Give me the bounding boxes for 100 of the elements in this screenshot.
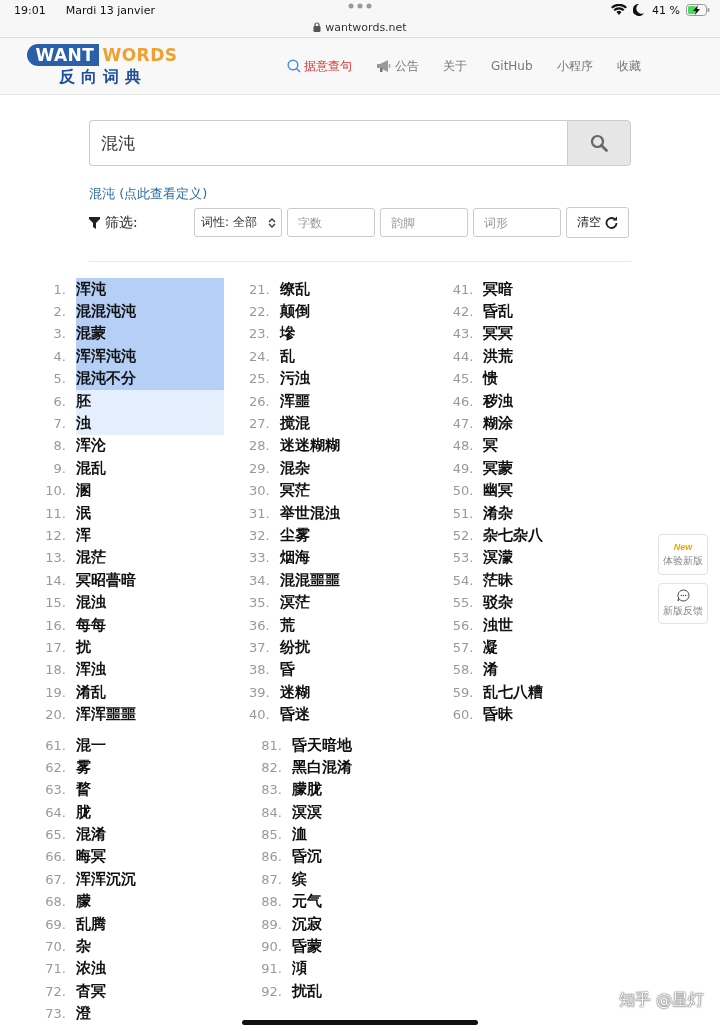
result-word[interactable]: 溟茫 [279, 591, 428, 614]
result-word[interactable]: 杂七杂八 [483, 524, 631, 547]
more-dots-icon[interactable] [348, 3, 372, 9]
result-word[interactable]: 颠倒 [279, 300, 428, 323]
result-word[interactable]: 混一 [76, 733, 236, 757]
result-word[interactable]: 洪荒 [483, 345, 631, 368]
result-word[interactable]: 浑 [76, 524, 224, 547]
result-word[interactable]: 瞀 [76, 778, 236, 801]
try-new-version-button[interactable]: New 体验新版 [658, 534, 708, 575]
nav-link[interactable]: GitHub [479, 57, 545, 75]
result-word[interactable]: 泯 [76, 501, 224, 525]
result-word[interactable]: 扰 [76, 636, 224, 659]
result-word[interactable]: 杳冥 [76, 980, 236, 1003]
filter-field[interactable]: 词形 [473, 208, 561, 237]
result-word[interactable]: 幽冥 [483, 479, 631, 502]
result-word[interactable]: 昏天暗地 [292, 733, 452, 757]
result-word[interactable]: 冥暗 [483, 278, 631, 301]
result-word[interactable]: 冥冥 [483, 322, 631, 346]
result-word[interactable]: 尘雾 [279, 524, 428, 547]
clear-button[interactable]: 清空 [566, 207, 629, 238]
result-word[interactable]: 朦胧 [292, 778, 452, 801]
result-word[interactable]: 浑沌 [76, 278, 224, 301]
result-word[interactable]: 沉寂 [292, 912, 452, 936]
result-word[interactable]: 浑浊 [76, 658, 224, 682]
result-word[interactable]: 浊 [76, 412, 224, 435]
result-word[interactable]: 冥蒙 [483, 457, 631, 480]
result-word[interactable]: 驳杂 [483, 591, 631, 614]
nav-link[interactable]: 据意查句 [275, 57, 364, 75]
result-word[interactable]: 浑浑沉沉 [76, 868, 236, 891]
result-word[interactable]: 黑白混淆 [292, 756, 452, 779]
result-word[interactable]: 溟濛 [483, 546, 631, 570]
result-word[interactable]: 缭乱 [279, 278, 428, 301]
result-word[interactable]: 昏蒙 [292, 935, 452, 958]
result-word[interactable]: 朦 [76, 890, 236, 913]
logo-subtitle[interactable]: 反向词典 [58, 67, 147, 88]
result-word[interactable]: 昏迷 [279, 703, 428, 726]
result-word[interactable]: 纷扰 [279, 636, 428, 659]
result-word[interactable]: 淆 [483, 658, 631, 682]
result-word[interactable]: 举世混浊 [279, 501, 428, 525]
definition-link[interactable]: 混沌 (点此查看定义) [89, 185, 208, 203]
feedback-button[interactable]: 新版反馈 [658, 583, 708, 624]
result-word[interactable]: 荒 [279, 613, 428, 637]
url-text[interactable]: wantwords.net [325, 20, 407, 34]
result-word[interactable]: 混乱 [76, 457, 224, 480]
result-word[interactable]: 昏沉 [292, 845, 452, 869]
result-word[interactable]: 浑浑沌沌 [76, 345, 224, 368]
result-word[interactable]: 污浊 [279, 367, 428, 390]
result-word[interactable]: 墋 [279, 322, 428, 346]
nav-link[interactable]: 关于 [431, 57, 479, 75]
result-word[interactable]: 晦冥 [76, 845, 236, 869]
result-word[interactable]: 缤 [292, 868, 452, 891]
result-word[interactable]: 浑沦 [76, 434, 224, 458]
result-word[interactable]: 冥昭瞢暗 [76, 569, 224, 592]
result-word[interactable]: 烟海 [279, 546, 428, 570]
part-of-speech-dropdown[interactable]: 词性: 全部 [194, 208, 282, 237]
result-word[interactable]: 浑浑噩噩 [76, 703, 224, 726]
search-field[interactable]: 混沌 [89, 120, 567, 166]
result-word[interactable]: 溟溟 [292, 801, 452, 824]
result-word[interactable]: 杂 [76, 935, 236, 958]
result-word[interactable]: 胚 [76, 389, 224, 413]
result-word[interactable]: 混茫 [76, 546, 224, 570]
result-word[interactable]: 混混沌沌 [76, 300, 224, 323]
result-word[interactable]: 愦 [483, 367, 631, 390]
result-word[interactable]: 雾 [76, 756, 236, 779]
nav-link[interactable]: 公告 [364, 57, 431, 75]
result-word[interactable]: 乱 [279, 345, 428, 368]
result-word[interactable]: 混混噩噩 [279, 569, 428, 592]
result-word[interactable]: 混沌不分 [76, 367, 224, 390]
logo-pill[interactable]: WANT [27, 44, 100, 66]
result-word[interactable]: 昏昧 [483, 703, 631, 726]
result-word[interactable]: 冥茫 [279, 479, 428, 502]
result-word[interactable]: 冥 [483, 434, 631, 458]
result-word[interactable]: 澒 [292, 957, 452, 981]
result-word[interactable]: 澄 [76, 1002, 236, 1025]
result-word[interactable]: 浊世 [483, 613, 631, 637]
result-word[interactable]: 溷 [76, 479, 224, 502]
result-word[interactable]: 淆乱 [76, 681, 224, 704]
filter-field[interactable]: 字数 [287, 208, 375, 237]
result-word[interactable]: 搅混 [279, 412, 428, 435]
search-button[interactable] [567, 120, 631, 166]
result-word[interactable]: 浑噩 [279, 389, 428, 413]
result-word[interactable]: 迷迷糊糊 [279, 434, 428, 458]
result-word[interactable]: 乱腾 [76, 912, 236, 936]
result-word[interactable]: 乱七八糟 [483, 681, 631, 704]
result-word[interactable]: 昏 [279, 658, 428, 682]
result-word[interactable]: 淆杂 [483, 501, 631, 525]
result-word[interactable]: 混浊 [76, 591, 224, 614]
result-word[interactable]: 茫昧 [483, 569, 631, 592]
nav-link[interactable]: 收藏 [604, 57, 653, 75]
result-word[interactable]: 混蒙 [76, 322, 224, 346]
result-word[interactable]: 浓浊 [76, 957, 236, 981]
result-word[interactable]: 糊涂 [483, 412, 631, 435]
result-word[interactable]: 迷糊 [279, 681, 428, 704]
result-word[interactable]: 秽浊 [483, 389, 631, 413]
result-word[interactable]: 凝 [483, 636, 631, 659]
filter-field[interactable]: 韵脚 [380, 208, 468, 237]
result-word[interactable]: 洫 [292, 823, 452, 846]
result-word[interactable]: 扰乱 [292, 980, 452, 1003]
result-word[interactable]: 混杂 [279, 457, 428, 480]
result-word[interactable]: 每每 [76, 613, 224, 637]
